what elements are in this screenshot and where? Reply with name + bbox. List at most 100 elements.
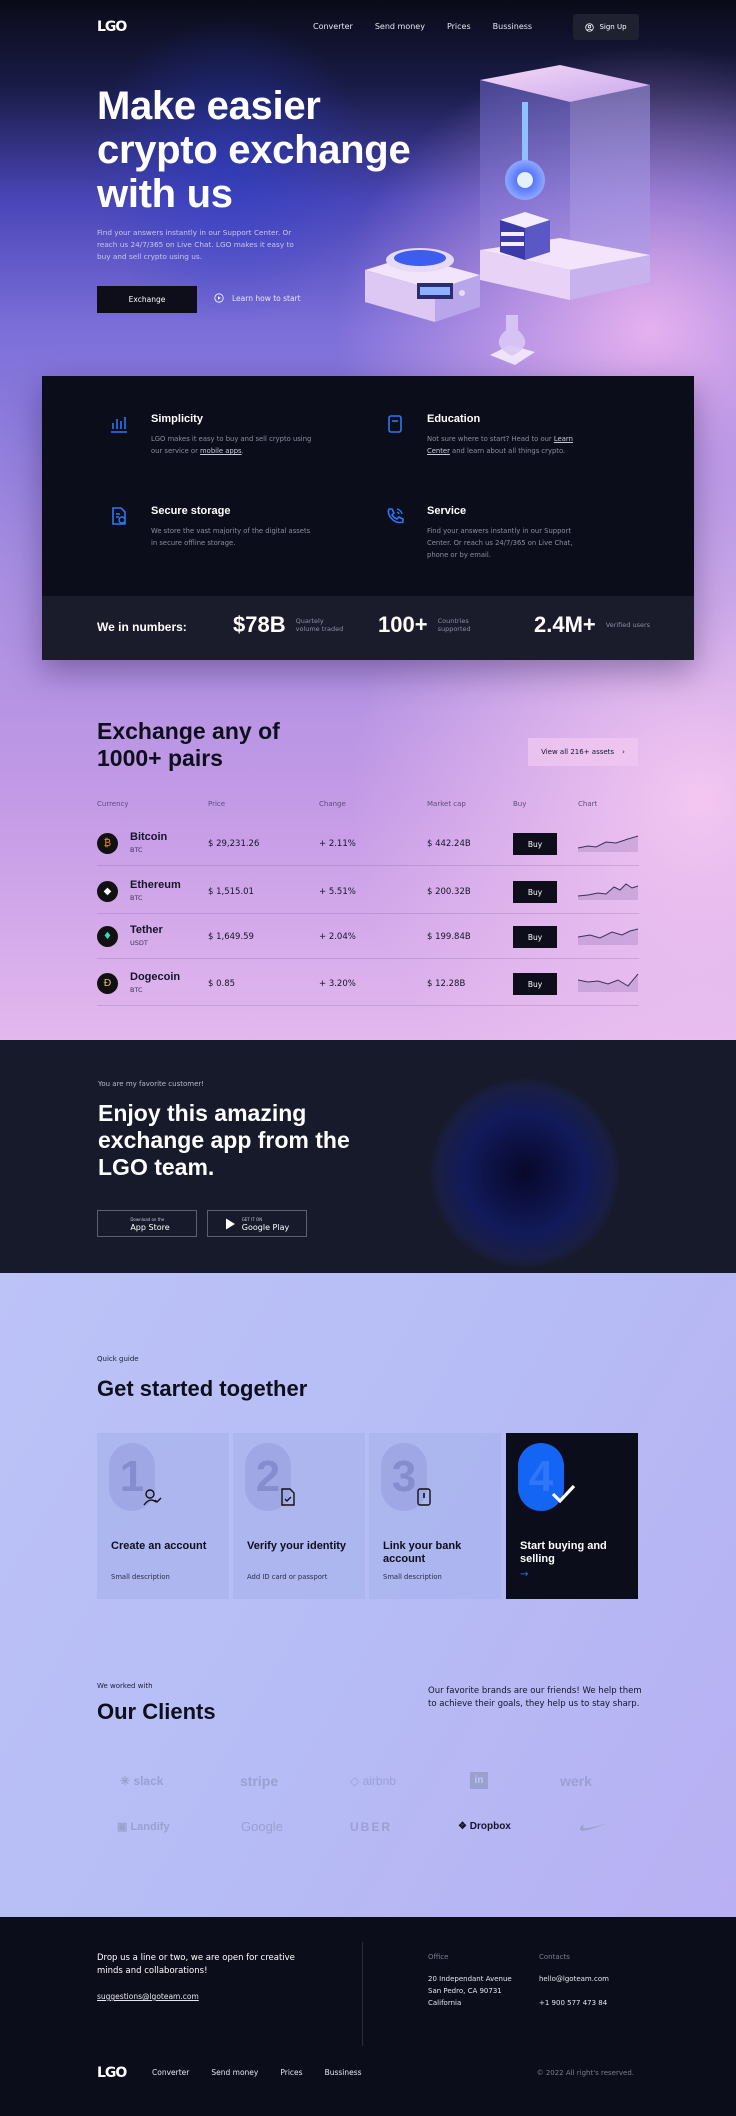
arrow-right-icon[interactable]: → bbox=[520, 1569, 528, 1580]
view-all-assets-button[interactable]: View all 216+ assets › bbox=[528, 738, 638, 766]
clients-title: Our Clients bbox=[97, 1699, 216, 1724]
user-circle-icon bbox=[585, 22, 595, 32]
app-section: You are my favorite customer! Enjoy this… bbox=[0, 1040, 736, 1273]
stripe-logo: stripe bbox=[240, 1773, 279, 1789]
coin-ticker: USDT bbox=[130, 939, 148, 947]
coin-icon: ◆ bbox=[97, 881, 118, 902]
divider bbox=[362, 1942, 363, 2046]
copyright: © 2022 All right's reserved. bbox=[536, 2069, 634, 2077]
coin-ticker: BTC bbox=[130, 894, 143, 902]
footer-email-link[interactable]: suggestions@lgoteam.com bbox=[97, 1992, 199, 2001]
nav-link-converter[interactable]: Converter bbox=[313, 22, 353, 31]
feature-title: Service bbox=[427, 505, 467, 517]
nav-link-send-money[interactable]: Send money bbox=[375, 22, 425, 31]
lower-section: Quick guide Get started together 1 Creat… bbox=[0, 1273, 736, 1917]
learn-link[interactable]: Learn how to start bbox=[214, 293, 301, 303]
step-card-1[interactable]: 1 Create an account Small description bbox=[97, 1433, 229, 1599]
step-card-4[interactable]: 4 Start buying and selling → bbox=[506, 1433, 638, 1599]
card-icon bbox=[417, 1488, 431, 1506]
footer-link-prices[interactable]: Prices bbox=[280, 2068, 302, 2077]
google-play-button[interactable]: GET IT ON Google Play bbox=[207, 1210, 307, 1237]
col-buy: Buy bbox=[513, 800, 527, 808]
contact-phone[interactable]: +1 900 577 473 84 bbox=[539, 1997, 607, 2009]
sparkline-chart bbox=[578, 835, 639, 852]
signup-button[interactable]: Sign Up bbox=[573, 14, 639, 40]
table-row: Ð Dogecoin BTC $ 0.85 + 3.20% $ 12.28B Buy bbox=[97, 960, 639, 1006]
page: LGO Converter Send money Prices Bussines… bbox=[0, 0, 736, 2116]
footer-message: Drop us a line or two, we are open for c… bbox=[97, 1953, 295, 1976]
footer-logo[interactable]: LGO bbox=[97, 2065, 127, 2081]
feature-text: Not sure where to start? Head to our Lea… bbox=[427, 435, 573, 455]
col-chart: Chart bbox=[578, 800, 598, 808]
office-label: Office bbox=[428, 1953, 449, 1961]
table-row: ♦ Tether USDT $ 1,649.59 + 2.04% $ 199.84B Buy bbox=[97, 913, 639, 959]
buy-button[interactable]: Buy bbox=[513, 926, 557, 948]
buy-button[interactable]: Buy bbox=[513, 833, 557, 855]
guide-kicker: Quick guide bbox=[97, 1355, 139, 1363]
coin-name: Dogecoin bbox=[130, 971, 181, 983]
nav-link-prices[interactable]: Prices bbox=[447, 22, 471, 31]
footer-link-business[interactable]: Bussiness bbox=[325, 2068, 362, 2077]
coin-icon: Ð bbox=[97, 973, 118, 994]
coin-price: $ 1,515.01 bbox=[208, 887, 254, 897]
buy-button[interactable]: Buy bbox=[513, 973, 557, 995]
footer-link-send-money[interactable]: Send money bbox=[211, 2068, 258, 2077]
hero-subtitle: Find your answers instantly in our Suppo… bbox=[97, 228, 294, 261]
feature-title: Secure storage bbox=[151, 505, 231, 517]
play-store-icon bbox=[225, 1218, 235, 1229]
coin-price: $ 29,231.26 bbox=[208, 839, 260, 849]
buy-button[interactable]: Buy bbox=[513, 881, 557, 903]
contact-email[interactable]: hello@lgoteam.com bbox=[539, 1973, 609, 1985]
feature-text: LGO makes it easy to buy and sell crypto… bbox=[151, 435, 312, 455]
logo[interactable]: LGO bbox=[97, 19, 127, 35]
contacts-label: Contacts bbox=[539, 1953, 570, 1961]
coin-change: + 2.11% bbox=[319, 839, 356, 849]
google-logo: Google bbox=[241, 1819, 283, 1834]
top-nav: LGO Converter Send money Prices Bussines… bbox=[97, 14, 639, 42]
coin-change: + 2.04% bbox=[319, 932, 356, 942]
feature-title: Simplicity bbox=[151, 413, 203, 425]
feature-title: Education bbox=[427, 413, 481, 425]
mobile-apps-link[interactable]: mobile apps bbox=[200, 447, 242, 455]
coin-change: + 5.51% bbox=[319, 887, 356, 897]
features-panel: Simplicity LGO makes it easy to buy and … bbox=[42, 376, 694, 660]
col-price: Price bbox=[208, 800, 226, 808]
chevron-right-icon: › bbox=[622, 748, 625, 756]
stat-users: 2.4M+ Verified users bbox=[534, 612, 651, 637]
coin-name: Bitcoin bbox=[130, 831, 168, 843]
footer-links: Converter Send money Prices Bussiness bbox=[152, 2068, 362, 2077]
coin-icon: ♦ bbox=[97, 926, 118, 947]
sparkline-chart bbox=[578, 973, 639, 992]
feature-text: Find your answers instantly in our Suppo… bbox=[427, 527, 573, 559]
check-icon bbox=[551, 1484, 576, 1504]
clients-kicker: We worked with bbox=[97, 1682, 153, 1690]
coin-price: $ 0.85 bbox=[208, 979, 236, 989]
col-currency: Currency bbox=[97, 800, 129, 808]
exchange-button[interactable]: Exchange bbox=[97, 286, 197, 313]
sparkline-chart bbox=[578, 928, 639, 945]
app-title: Enjoy this amazing exchange app from the… bbox=[98, 1100, 350, 1180]
nike-logo bbox=[579, 1823, 608, 1831]
app-store-button[interactable]: Download on the App Store bbox=[97, 1210, 197, 1237]
chart-icon bbox=[111, 417, 127, 433]
footer-link-converter[interactable]: Converter bbox=[152, 2068, 189, 2077]
landify-logo: ▣ Landify bbox=[117, 1821, 170, 1833]
werk-logo: werk bbox=[560, 1773, 592, 1789]
airbnb-logo: ◇ airbnb bbox=[350, 1774, 396, 1788]
feature-text: We store the vast majority of the digita… bbox=[151, 527, 311, 547]
coin-market-cap: $ 200.32B bbox=[427, 887, 471, 897]
office-address: 20 Independant Avenue San Pedro, CA 90731… bbox=[428, 1975, 512, 2007]
step-card-2[interactable]: 2 Verify your identity Add ID card or pa… bbox=[233, 1433, 365, 1599]
nav-links: Converter Send money Prices Bussiness bbox=[313, 22, 532, 31]
col-market-cap: Market cap bbox=[427, 800, 466, 808]
footer: Drop us a line or two, we are open for c… bbox=[0, 1917, 736, 2116]
slack-logo: ✳ slack bbox=[120, 1774, 164, 1788]
secure-doc-icon bbox=[112, 507, 126, 525]
book-icon bbox=[388, 415, 402, 433]
step-card-3[interactable]: 3 Link your bank account Small descripti… bbox=[369, 1433, 501, 1599]
app-kicker: You are my favorite customer! bbox=[98, 1080, 205, 1088]
doc-check-icon bbox=[281, 1488, 295, 1506]
stat-countries: 100+ Countries supported bbox=[378, 612, 471, 637]
clients-note: Our favorite brands are our friends! We … bbox=[428, 1686, 642, 1709]
nav-link-business[interactable]: Bussiness bbox=[493, 22, 532, 31]
